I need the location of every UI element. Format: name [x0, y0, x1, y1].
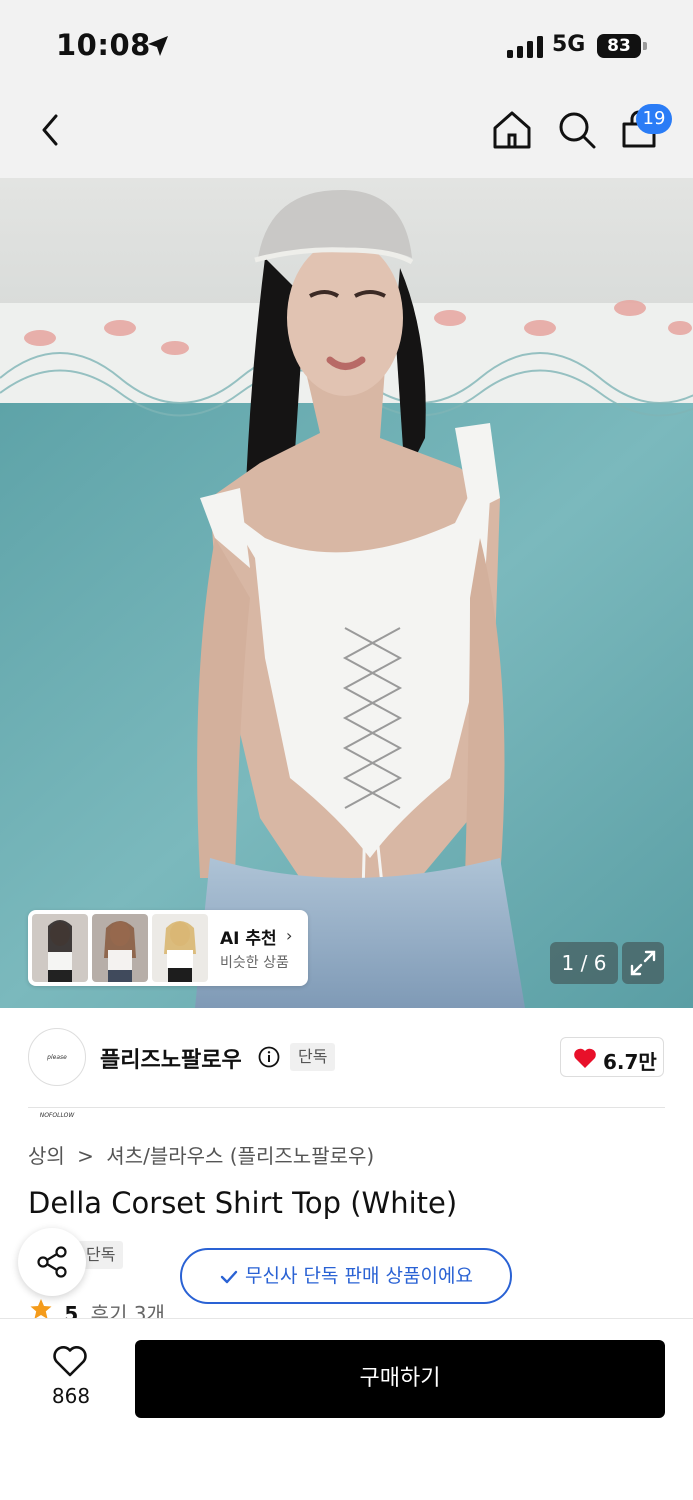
location-arrow-icon: [148, 36, 168, 56]
brand-name[interactable]: 플리즈노팔로우: [100, 1042, 242, 1074]
chevron-right-icon: ›: [286, 926, 293, 945]
ai-thumbnail: [92, 914, 148, 982]
battery-indicator: 83: [597, 34, 647, 58]
product-title: Della Corset Shirt Top (White): [28, 1186, 458, 1220]
buy-button[interactable]: 구매하기: [135, 1340, 665, 1418]
back-arrow-icon[interactable]: [30, 108, 74, 152]
battery-level: 83: [597, 34, 641, 58]
heart-outline-icon[interactable]: [52, 1344, 88, 1378]
ai-recommend-card[interactable]: AI 추천 › 비슷한 상품: [28, 910, 308, 986]
search-icon[interactable]: [555, 108, 599, 152]
info-icon[interactable]: [258, 1046, 280, 1068]
home-icon[interactable]: [490, 108, 534, 152]
cellular-signal-icon: [507, 36, 543, 58]
brand-logo[interactable]: please NOFOLLOW: [28, 1028, 86, 1119]
ai-recommend-subtitle: 비슷한 상품: [220, 955, 289, 971]
brand-like-count: 6.7만: [603, 1050, 657, 1074]
share-icon: [37, 1246, 67, 1278]
image-page-counter: 1 / 6: [550, 942, 618, 984]
expand-image-button[interactable]: [622, 942, 664, 984]
breadcrumb-separator: >: [77, 1144, 94, 1168]
exclusive-notice-text: 무신사 단독 판매 상품이에요: [245, 1265, 473, 1287]
top-nav: [0, 90, 693, 178]
network-type: 5G: [552, 32, 586, 57]
status-bar: 10:08 5G 83: [0, 0, 693, 90]
breadcrumb-category[interactable]: 상의: [28, 1144, 65, 1168]
wish-count: 868: [51, 1384, 91, 1408]
checkmark-icon: [220, 1270, 238, 1283]
share-button[interactable]: [18, 1228, 86, 1296]
product-photo: [0, 178, 693, 1008]
rating-row[interactable]: 5 후기 3개: [30, 1298, 165, 1320]
product-image-gallery[interactable]: [0, 178, 693, 1008]
heart-filled-icon: [574, 1048, 596, 1068]
star-icon: [30, 1299, 52, 1319]
ai-recommend-title: AI 추천: [220, 929, 277, 949]
battery-cap: [643, 42, 647, 50]
brand-like-button[interactable]: 6.7만: [560, 1037, 664, 1077]
divider: [28, 1107, 665, 1108]
exclusive-notice-pill[interactable]: 무신사 단독 판매 상품이에요: [180, 1248, 512, 1304]
status-time: 10:08: [56, 28, 151, 62]
ai-thumbnail: [152, 914, 208, 982]
breadcrumb: 상의 > 셔츠/블라우스 (플리즈노팔로우): [28, 1140, 380, 1169]
exclusive-badge: 단독: [290, 1043, 336, 1071]
ai-thumbnail: [32, 914, 88, 982]
cart-count-badge[interactable]: 19: [636, 104, 672, 134]
breadcrumb-subcategory[interactable]: 셔츠/블라우스 (플리즈노팔로우): [106, 1144, 374, 1168]
expand-icon: [630, 950, 656, 976]
